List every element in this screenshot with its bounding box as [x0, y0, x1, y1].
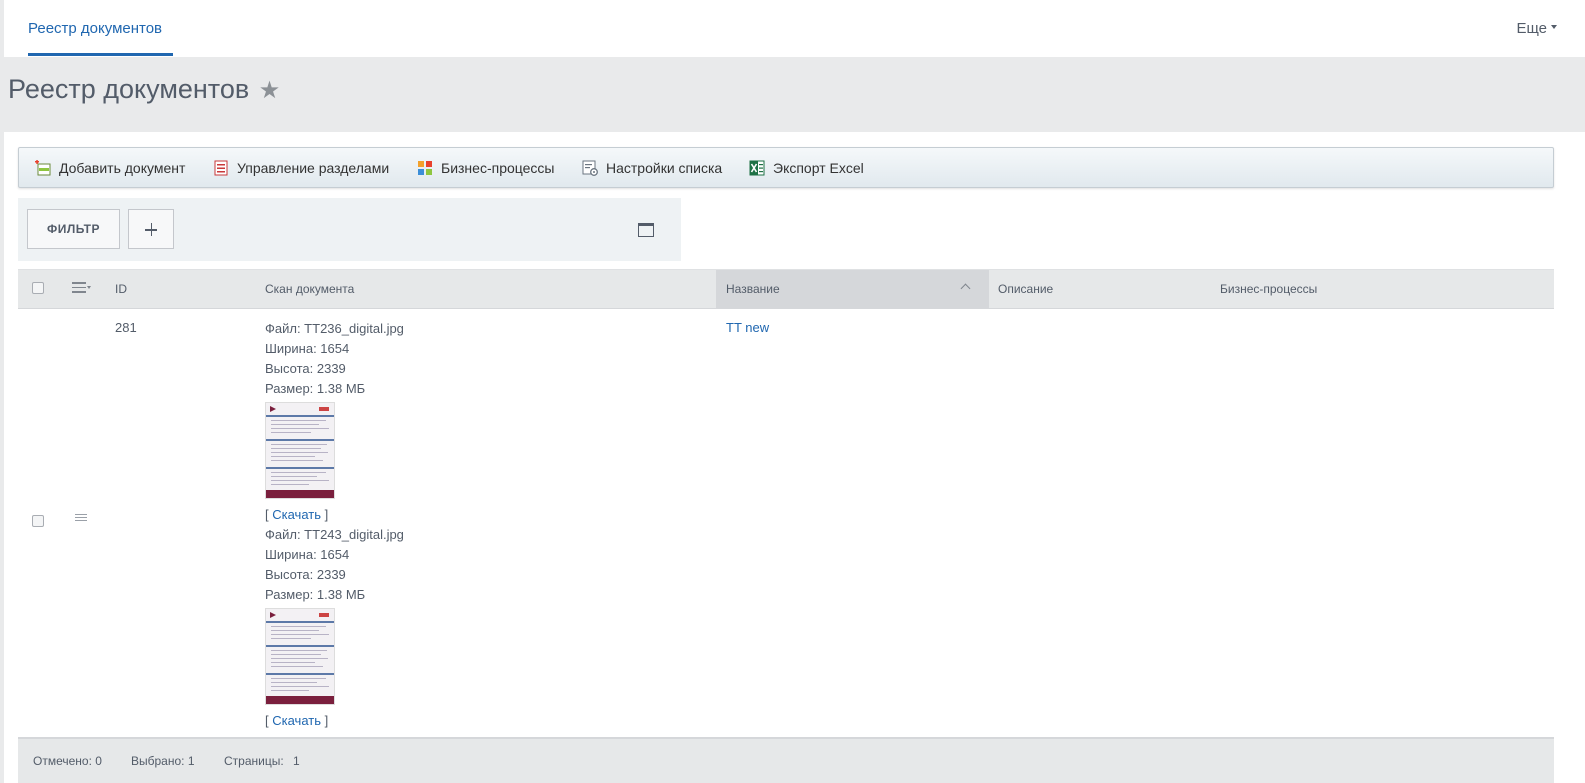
column-header-scan[interactable]: Скан документа [265, 270, 354, 308]
page-title-text: Реестр документов [8, 74, 250, 104]
filter-button[interactable]: ФИЛЬТР [27, 209, 120, 249]
column-header-business-processes[interactable]: Бизнес-процессы [1220, 270, 1317, 308]
sort-ascending-icon [960, 283, 971, 294]
file-height: Высота: 2339 [265, 567, 346, 582]
sections-icon [214, 160, 228, 176]
window-icon[interactable] [638, 223, 654, 237]
download-link[interactable]: Скачать [272, 713, 321, 728]
settings-list-icon [582, 160, 598, 176]
chevron-down-icon [1551, 25, 1557, 30]
more-label: Еще [1516, 20, 1547, 37]
grid-header: ID Скан документа Название Описание Бизн… [18, 269, 1554, 309]
more-menu-button[interactable]: Еще [1516, 0, 1557, 58]
file-size: Размер: 1.38 МБ [265, 381, 366, 396]
top-nav: Реестр документов Еще [4, 0, 1585, 57]
export-excel-label: Экспорт Excel [773, 160, 864, 176]
tab-document-registry[interactable]: Реестр документов [28, 0, 162, 57]
list-settings-button[interactable]: Настройки списка [582, 148, 722, 187]
manage-sections-button[interactable]: Управление разделами [213, 148, 389, 187]
file-block: Файл: TT243_digital.jpg Ширина: 1654 Выс… [265, 525, 565, 731]
file-width: Ширина: 1654 [265, 341, 350, 356]
add-filter-button[interactable] [128, 209, 174, 249]
column-header-name-label: Название [726, 282, 780, 296]
file-name: Файл: TT236_digital.jpg [265, 321, 404, 336]
file-height: Высота: 2339 [265, 361, 346, 376]
manage-sections-label: Управление разделами [237, 160, 390, 176]
table-row[interactable]: 281 Файл: TT236_digital.jpg Ширина: 1654… [18, 309, 1554, 737]
file-block: Файл: TT236_digital.jpg Ширина: 1654 Выс… [265, 319, 565, 525]
select-all-checkbox[interactable] [32, 282, 44, 294]
file-size: Размер: 1.38 МБ [265, 587, 366, 602]
download-link[interactable]: Скачать [272, 507, 321, 522]
chevron-down-icon [87, 286, 91, 289]
active-tab-underline [28, 53, 173, 56]
column-header-id[interactable]: ID [115, 270, 127, 308]
file-width: Ширина: 1654 [265, 547, 350, 562]
action-toolbar: Добавить документ Управление разделами Б… [18, 147, 1554, 188]
grid-footer: Отмечено: 0 Выбрано: 1 Страницы: 1 [18, 737, 1554, 783]
file-name: Файл: TT243_digital.jpg [265, 527, 404, 542]
selected-count: Выбрано: 1 [131, 754, 195, 768]
business-processes-button[interactable]: Бизнес-процессы [417, 148, 554, 187]
page-title: Реестр документов ★ [8, 74, 280, 105]
row-checkbox[interactable] [32, 515, 44, 527]
add-document-button[interactable]: Добавить документ [35, 148, 185, 187]
column-menu-icon[interactable] [72, 282, 86, 293]
column-header-name[interactable]: Название [716, 270, 989, 308]
document-name-link[interactable]: TT new [726, 320, 769, 335]
marked-count: Отмечено: 0 [33, 754, 102, 768]
row-actions-icon[interactable] [75, 514, 87, 523]
favorite-star-icon[interactable]: ★ [259, 77, 281, 104]
filter-panel: ФИЛЬТР [18, 198, 681, 261]
add-document-icon [35, 160, 51, 176]
column-header-description[interactable]: Описание [998, 270, 1053, 308]
download-link-wrapper: [ Скачать ] [265, 713, 329, 728]
add-document-label: Добавить документ [59, 160, 186, 176]
workflow-icon [418, 161, 432, 175]
pages-value[interactable]: 1 [293, 754, 300, 768]
pages-label: Страницы: [224, 754, 284, 768]
document-thumbnail[interactable] [265, 402, 335, 499]
download-link-wrapper: [ Скачать ] [265, 507, 329, 522]
business-processes-label: Бизнес-процессы [441, 160, 555, 176]
list-settings-label: Настройки списка [606, 160, 723, 176]
scan-cell: Файл: TT236_digital.jpg Ширина: 1654 Выс… [265, 319, 565, 731]
main-content: Добавить документ Управление разделами Б… [4, 132, 1585, 783]
document-thumbnail[interactable] [265, 608, 335, 705]
row-id: 281 [115, 320, 137, 335]
export-excel-button[interactable]: Экспорт Excel [749, 148, 864, 187]
excel-icon [749, 160, 765, 176]
